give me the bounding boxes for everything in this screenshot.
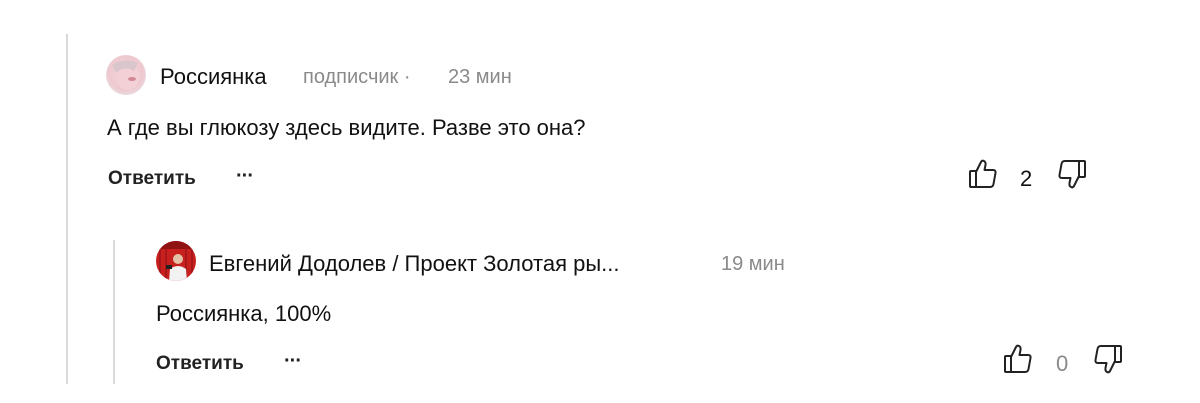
thumbs-down-icon[interactable] [1057, 158, 1087, 195]
avatar[interactable] [106, 55, 146, 95]
subscriber-badge: подписчик · [303, 66, 411, 88]
comment-author[interactable]: Евгений Додолев / Проект Золотая ры... [209, 251, 620, 277]
thumbs-up-icon[interactable] [1003, 343, 1033, 380]
thumbs-up-icon[interactable] [968, 158, 998, 195]
more-options-button[interactable]: ··· [236, 166, 254, 186]
avatar[interactable] [156, 241, 196, 281]
reply-button[interactable]: Ответить [108, 168, 196, 190]
comment-text: Россиянка, 100% [156, 301, 332, 326]
comment-timestamp[interactable]: 23 мин [448, 66, 512, 89]
reply-button[interactable]: Ответить [156, 353, 244, 375]
comment-author[interactable]: Россиянка [160, 64, 267, 90]
thumbs-down-icon[interactable] [1093, 343, 1123, 380]
like-count: 2 [1020, 166, 1033, 191]
comment-text: А где вы глюкозу здесь видите. Разве это… [107, 115, 586, 140]
comment: Россиянка подписчик · 23 мин А где вы гл… [0, 0, 1200, 200]
like-count: 0 [1056, 351, 1069, 376]
more-options-button[interactable]: ··· [284, 351, 302, 371]
comment-timestamp[interactable]: 19 мин [721, 253, 785, 276]
reply-comment: Евгений Додолев / Проект Золотая ры... 1… [0, 200, 1200, 403]
